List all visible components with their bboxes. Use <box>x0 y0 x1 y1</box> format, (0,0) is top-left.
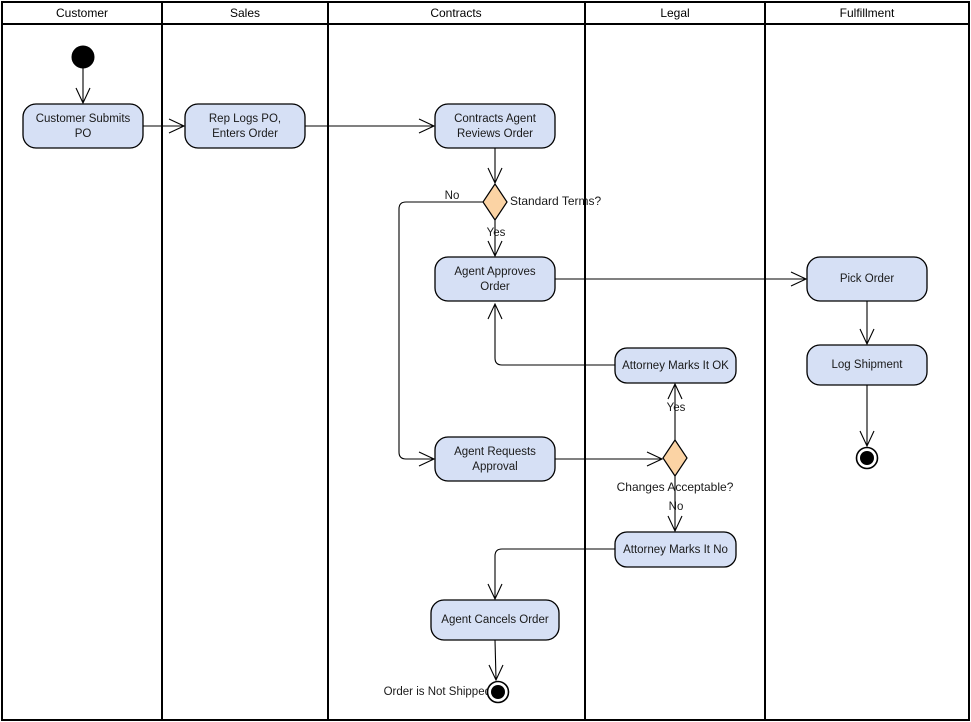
final-node-core-icon <box>491 685 505 699</box>
node-label-customer-submits-po-line1: Customer Submits <box>36 113 131 125</box>
node-contracts-agent-reviews-order[interactable]: Contracts Agent Reviews Order <box>434 103 556 149</box>
node-pick-order[interactable]: Pick Order <box>806 256 928 302</box>
lane-title-sales: Sales <box>230 6 260 20</box>
node-label-agent-requests-approval-line1: Agent Requests <box>454 446 536 458</box>
node-label-pick-order: Pick Order <box>840 273 894 285</box>
node-label-contracts-agent-reviews-line1: Contracts Agent <box>454 113 537 125</box>
node-label-rep-logs-po-line1: Rep Logs PO, <box>209 113 281 125</box>
decision-label-standard-terms: Standard Terms? <box>510 194 601 208</box>
final-node-shipped-core-icon <box>860 451 874 465</box>
node-final-shipped[interactable] <box>855 446 879 470</box>
guard-label-changes-acceptable-yes: Yes <box>667 402 686 414</box>
node-agent-cancels-order[interactable]: Agent Cancels Order <box>430 599 560 641</box>
node-label-attorney-marks-it-ok: Attorney Marks It OK <box>622 360 729 372</box>
activity-diagram-canvas: Customer Sales Contracts Legal Fulfillme… <box>0 0 971 722</box>
node-label-agent-requests-approval-line2: Approval <box>472 461 517 473</box>
node-label-rep-logs-po-line2: Enters Order <box>212 128 278 140</box>
node-label-agent-approves-order-line1: Agent Approves <box>454 266 535 278</box>
node-log-shipment[interactable]: Log Shipment <box>806 344 928 386</box>
swimlane-activity-diagram: Customer Sales Contracts Legal Fulfillme… <box>1 1 970 721</box>
node-attorney-marks-it-no[interactable]: Attorney Marks It No <box>614 531 737 568</box>
node-customer-submits-po[interactable]: Customer Submits PO <box>22 103 144 149</box>
final-node-label-order-not-shipped: Order is Not Shipped <box>384 686 491 698</box>
node-label-attorney-marks-it-no: Attorney Marks It No <box>623 544 728 556</box>
node-agent-approves-order[interactable]: Agent Approves Order <box>434 256 556 302</box>
initial-node-icon[interactable] <box>71 45 95 69</box>
node-label-agent-approves-order-line2: Order <box>480 281 510 293</box>
node-label-log-shipment: Log Shipment <box>832 359 904 371</box>
node-attorney-marks-it-ok[interactable]: Attorney Marks It OK <box>614 347 737 384</box>
node-label-customer-submits-po-line2: PO <box>75 128 92 140</box>
node-rep-logs-po[interactable]: Rep Logs PO, Enters Order <box>184 103 306 149</box>
guard-label-standard-terms-yes: Yes <box>487 227 506 239</box>
lane-title-customer: Customer <box>56 6 108 20</box>
decision-label-changes-acceptable: Changes Acceptable? <box>617 480 734 494</box>
guard-label-standard-terms-no: No <box>445 190 460 202</box>
node-label-contracts-agent-reviews-line2: Reviews Order <box>457 128 533 140</box>
node-label-agent-cancels-order: Agent Cancels Order <box>441 614 549 626</box>
node-agent-requests-approval[interactable]: Agent Requests Approval <box>434 436 556 482</box>
lane-title-legal: Legal <box>660 6 689 20</box>
lane-title-contracts: Contracts <box>430 6 481 20</box>
lane-title-fulfillment: Fulfillment <box>840 6 895 20</box>
guard-label-changes-acceptable-no: No <box>669 501 684 513</box>
